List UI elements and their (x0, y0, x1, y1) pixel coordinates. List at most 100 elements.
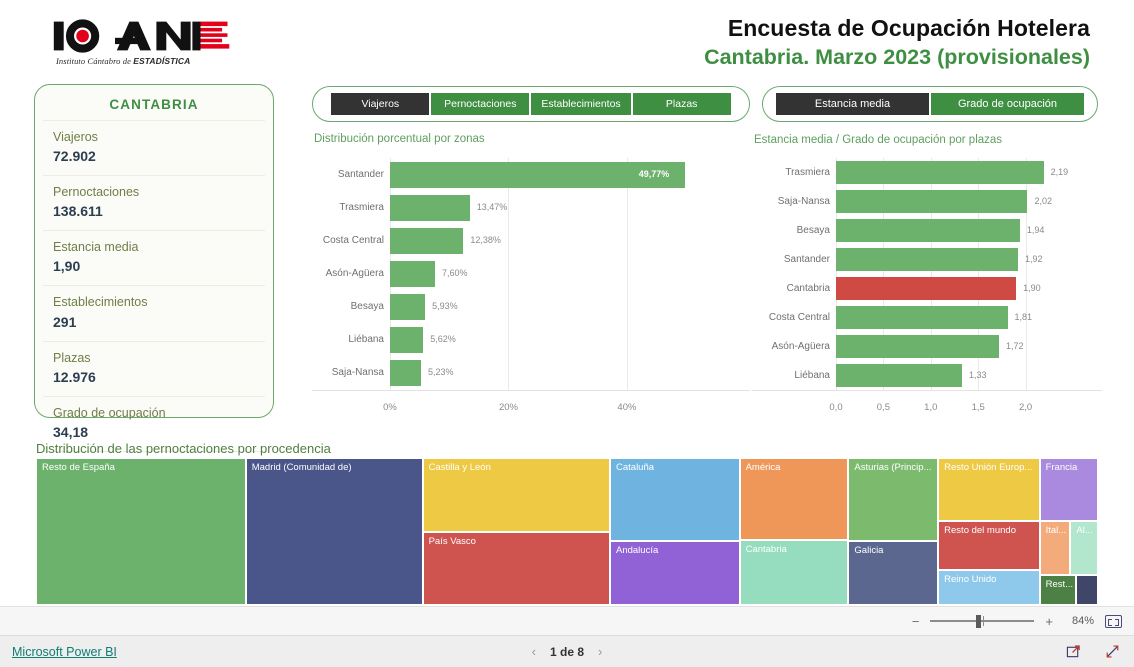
bar-value-label: 49,77% (638, 168, 670, 179)
treemap-tile-label: América (745, 462, 781, 473)
bar[interactable] (836, 335, 1000, 358)
kpi-row: Plazas 12.976 (43, 342, 265, 397)
bar-chart-estancia[interactable]: 0,0 0,5 1,0 1,5 2,0 Trasmiera 2,19 Saja-Nansa 2,… (752, 152, 1102, 418)
treemap-tile-label: Madrid (Comunidad de) (251, 462, 352, 473)
bar-chart-zonas[interactable]: 0% 20% 40% Santander 49,77% Trasmiera 13,47% Co… (312, 152, 750, 418)
share-icon[interactable] (1066, 644, 1081, 659)
category-label: Besaya (796, 224, 830, 236)
bar[interactable] (836, 248, 1018, 271)
page-title: Encuesta de Ocupación Hotelera (727, 15, 1090, 41)
bar-value-label: 7,60% (442, 268, 468, 278)
bar[interactable] (390, 194, 470, 221)
footer-icons (1066, 644, 1120, 659)
treemap-tile-label: Resto del mundo (944, 525, 1016, 537)
next-page-arrow[interactable]: › (598, 645, 602, 658)
kpi-label: Pernoctaciones (53, 185, 140, 200)
treemap-tile[interactable]: Castilla y León (422, 458, 610, 533)
treemap-tile[interactable] (1076, 574, 1098, 605)
kpi-value: 72.902 (53, 148, 96, 165)
bar-value-label: 5,23% (427, 367, 454, 378)
kpi-label: Viajeros (53, 130, 98, 144)
treemap-tile[interactable]: Ital... (1039, 521, 1071, 575)
treemap-tile-label: Al... (1076, 525, 1093, 537)
microsoft-power-bi-link[interactable]: Microsoft Power BI (12, 645, 117, 659)
bar[interactable] (836, 364, 963, 387)
tab-pernoctaciones[interactable]: Pernoctaciones (431, 93, 530, 115)
bar-value-label: 1,92 (1024, 253, 1043, 264)
previous-page-arrow[interactable]: ‹ (532, 645, 536, 658)
zoom-in-button[interactable]: + (1045, 615, 1053, 628)
category-label: Cantabria (786, 282, 830, 294)
page-navigation: ‹ 1 de 8 › (532, 645, 603, 659)
cantabria-kpi-card: CANTABRIA Viajeros 72.902 Pernoctaciones 13… (34, 84, 274, 452)
bar[interactable] (390, 360, 421, 387)
treemap-tile-label: País Vasco (428, 536, 476, 548)
x-axis-tick-label: 2,0 (1018, 402, 1033, 413)
metric-tabs-right[interactable]: Estancia media Grado de ocupación (762, 86, 1098, 122)
category-label: Saja-Nansa (777, 195, 830, 207)
treemap-tile[interactable]: Cataluña (610, 458, 740, 542)
x-axis-tick-label: 0,5 (876, 402, 890, 413)
treemap-tile[interactable]: América (739, 458, 849, 541)
kpi-label: Grado de ocupación (53, 405, 166, 420)
treemap-tile[interactable]: Asturias (Princip... (848, 458, 939, 542)
bar[interactable] (836, 219, 1020, 242)
bar[interactable] (836, 277, 1017, 300)
zoom-slider-handle[interactable] (976, 615, 982, 628)
bar[interactable] (836, 306, 1008, 329)
zoom-out-button[interactable]: − (912, 615, 920, 628)
treemap-tile[interactable]: Rest... (1039, 574, 1077, 605)
tab-grado-de-ocupaci-n[interactable]: Grado de ocupación (931, 93, 1084, 115)
tab-plazas[interactable]: Plazas (632, 93, 731, 115)
treemap-tile-label: Reino Unido (944, 573, 997, 585)
treemap-tile[interactable]: Francia (1039, 458, 1098, 522)
treemap-tile[interactable]: Resto del mundo (938, 521, 1040, 570)
bar[interactable] (836, 161, 1044, 184)
metric-tabs-left[interactable]: Viajeros Pernoctaciones Establecimientos Pl… (312, 86, 750, 122)
zoom-slider[interactable] (930, 614, 1035, 628)
treemap-procedencia[interactable]: Resto de España Madrid (Comunidad de) Cast… (36, 458, 1098, 605)
treemap-tile[interactable]: Al... (1070, 521, 1098, 575)
kpi-card-title: CANTABRIA (109, 97, 199, 112)
treemap-tile[interactable]: Resto de España (36, 458, 246, 605)
gridline (626, 158, 628, 390)
fullscreen-icon[interactable] (1105, 644, 1120, 659)
chart-title-estancia: Estancia media / Grado de ocupación por … (754, 134, 1003, 146)
treemap-tile[interactable]: Andalucía (610, 541, 740, 605)
treemap-tile[interactable]: Galicia (848, 541, 939, 605)
icane-logo-subtitle: Instituto Cántabro de ESTADÍSTICA (56, 56, 191, 66)
bar[interactable] (390, 227, 464, 254)
treemap-tile-label: Galicia (854, 545, 884, 557)
treemap-tile[interactable]: Resto Unión Europ... (938, 458, 1040, 522)
bar[interactable] (390, 261, 435, 287)
tab-estancia-media[interactable]: Estancia media (776, 93, 929, 115)
category-label: Liébana (348, 334, 384, 346)
treemap-tile-label: Asturias (Princip... (854, 462, 932, 473)
bar[interactable] (390, 327, 424, 354)
category-label: Saja-Nansa (331, 367, 384, 379)
treemap-tile-label: Cantabria (745, 544, 787, 556)
treemap-tile[interactable]: Cantabria (739, 540, 849, 605)
category-label: Trasmiera (785, 166, 830, 178)
treemap-tile[interactable]: Reino Unido (938, 569, 1040, 605)
kpi-value: 1,90 (53, 258, 81, 275)
report-footer: Microsoft Power BI ‹ 1 de 8 › (0, 635, 1134, 667)
bar-value-label: 1,94 (1026, 224, 1045, 235)
kpi-list: Viajeros 72.902 Pernoctaciones 138.611 Estan… (43, 120, 265, 452)
category-label: Santander (337, 168, 384, 180)
treemap-tile[interactable]: País Vasco (422, 532, 610, 605)
treemap-tile[interactable]: Madrid (Comunidad de) (245, 458, 423, 605)
kpi-value: 138.611 (53, 203, 103, 220)
x-axis-tick-label: 20% (498, 402, 518, 413)
kpi-row: Pernoctaciones 138.611 (43, 176, 265, 232)
tab-establecimientos[interactable]: Establecimientos (531, 93, 631, 115)
category-label: Costa Central (322, 234, 384, 246)
bar-value-label: 13,47% (476, 201, 508, 212)
bar[interactable] (390, 294, 426, 321)
x-axis-tick-label: 1,0 (924, 402, 938, 413)
tab-viajeros[interactable]: Viajeros (331, 93, 430, 115)
fit-to-page-icon[interactable] (1105, 614, 1122, 628)
bar[interactable] (836, 190, 1028, 213)
bar-value-label: 1,72 (1006, 340, 1024, 351)
kpi-row: Establecimientos 291 (43, 286, 265, 342)
